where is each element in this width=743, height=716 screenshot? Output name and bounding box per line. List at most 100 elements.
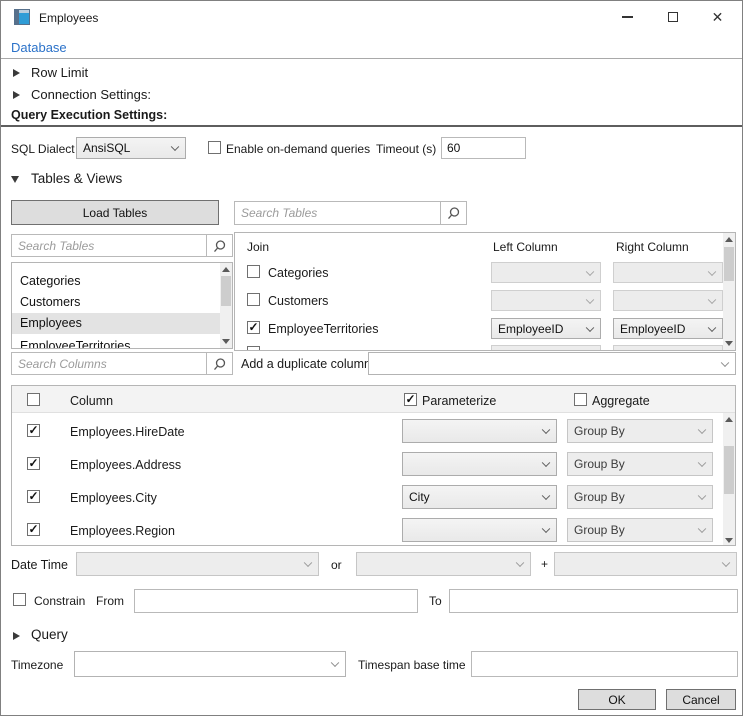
to-input[interactable] xyxy=(449,589,738,613)
aggregate-label: Aggregate xyxy=(592,394,650,408)
scroll-down-icon xyxy=(725,538,733,543)
chevron-down-icon xyxy=(698,492,706,500)
date-time-select-1[interactable] xyxy=(76,552,319,576)
column-row-name: Employees.HireDate xyxy=(70,425,185,439)
window-title: Employees xyxy=(39,11,98,25)
left-column-header: Left Column xyxy=(493,240,558,254)
columns-table-scrollbar[interactable] xyxy=(723,413,735,546)
constrain-checkbox[interactable] xyxy=(13,593,26,606)
chevron-down-icon xyxy=(331,659,339,667)
parameter-select[interactable] xyxy=(402,419,557,443)
scrollbar-thumb[interactable] xyxy=(724,446,734,494)
aggregate-select[interactable]: Group By xyxy=(567,419,713,443)
search-button[interactable] xyxy=(206,353,232,374)
ok-button[interactable]: OK xyxy=(578,689,656,710)
scroll-up-icon xyxy=(222,267,230,272)
column-row-name: Employees.Address xyxy=(70,458,181,472)
select-all-checkbox[interactable] xyxy=(27,393,40,406)
database-link[interactable]: Database xyxy=(11,40,67,55)
parameter-select[interactable] xyxy=(402,452,557,476)
constrain-label: Constrain xyxy=(34,594,85,608)
tables-list-scrollbar[interactable] xyxy=(220,263,232,348)
chevron-right-icon xyxy=(13,632,20,640)
scrollbar-thumb[interactable] xyxy=(724,247,734,281)
parameter-select[interactable] xyxy=(402,518,557,542)
join-right-column-select[interactable]: EmployeeID xyxy=(613,318,723,339)
chevron-down-icon xyxy=(586,350,594,351)
sql-dialect-label: SQL Dialect xyxy=(11,142,75,156)
join-right-column-select[interactable] xyxy=(613,262,723,283)
join-row-name: Categories xyxy=(268,266,328,280)
join-left-column-select[interactable] xyxy=(491,262,601,283)
add-duplicate-column-select[interactable] xyxy=(368,352,736,375)
join-panel-scrollbar[interactable] xyxy=(723,233,735,350)
join-left-column-select[interactable]: EmployeeID xyxy=(491,318,601,339)
column-row-checkbox[interactable] xyxy=(27,523,40,536)
search-tables-box-left xyxy=(11,234,233,257)
maximize-button[interactable] xyxy=(650,2,695,32)
join-row-checkbox[interactable] xyxy=(247,293,260,306)
search-columns-input[interactable] xyxy=(12,353,206,374)
title-bar: Employees ✕ xyxy=(1,1,742,33)
search-button[interactable] xyxy=(440,202,466,224)
aggregate-checkbox[interactable] xyxy=(574,393,587,406)
columns-table: Column Parameterize Aggregate Employees.… xyxy=(11,385,736,546)
column-row-checkbox[interactable] xyxy=(27,424,40,437)
chevron-down-icon xyxy=(542,459,550,467)
column-row-checkbox[interactable] xyxy=(27,457,40,470)
chevron-down-icon xyxy=(698,426,706,434)
minimize-button[interactable] xyxy=(605,2,650,32)
list-item-selected[interactable]: Employees xyxy=(12,313,221,334)
aggregate-select[interactable]: Group By xyxy=(567,452,713,476)
chevron-down-icon xyxy=(708,350,716,351)
list-item[interactable]: EmployeeTerritories xyxy=(12,336,221,349)
on-demand-checkbox[interactable] xyxy=(208,141,221,154)
date-time-select-3[interactable] xyxy=(554,552,737,576)
minimize-icon xyxy=(622,16,633,18)
chevron-down-icon xyxy=(708,267,716,275)
scroll-down-icon xyxy=(222,339,230,344)
separator xyxy=(1,125,742,127)
search-icon xyxy=(447,206,461,220)
date-time-select-2[interactable] xyxy=(356,552,531,576)
load-tables-button[interactable]: Load Tables xyxy=(11,200,219,225)
search-tables-input-top[interactable] xyxy=(235,202,440,224)
close-button[interactable]: ✕ xyxy=(695,2,740,32)
chevron-down-icon xyxy=(698,459,706,467)
timezone-select[interactable] xyxy=(74,651,346,677)
timespan-base-time-label: Timespan base time xyxy=(358,658,466,672)
sql-dialect-select[interactable]: AnsiSQL xyxy=(76,137,186,159)
list-item[interactable]: Customers xyxy=(12,292,221,313)
close-icon: ✕ xyxy=(712,10,724,24)
join-row-checkbox[interactable] xyxy=(247,346,260,351)
join-row-checkbox[interactable] xyxy=(247,321,260,334)
aggregate-select[interactable]: Group By xyxy=(567,518,713,542)
on-demand-label: Enable on-demand queries xyxy=(226,142,370,156)
parameter-select[interactable]: City xyxy=(402,485,557,509)
join-right-column-select[interactable] xyxy=(613,290,723,311)
columns-table-header: Column Parameterize Aggregate xyxy=(12,386,735,413)
join-right-column-select[interactable] xyxy=(613,345,723,351)
from-input[interactable] xyxy=(134,589,418,613)
right-column-header: Right Column xyxy=(616,240,689,254)
parameterize-checkbox[interactable] xyxy=(404,393,417,406)
aggregate-select[interactable]: Group By xyxy=(567,485,713,509)
scroll-down-icon xyxy=(725,341,733,346)
scrollbar-thumb[interactable] xyxy=(221,276,231,306)
date-time-label: Date Time xyxy=(11,558,68,572)
timeout-input[interactable] xyxy=(441,137,526,159)
column-row-checkbox[interactable] xyxy=(27,490,40,503)
join-left-column-select[interactable] xyxy=(491,290,601,311)
join-row-checkbox[interactable] xyxy=(247,265,260,278)
app-table-icon xyxy=(14,9,30,25)
list-item[interactable]: Categories xyxy=(12,271,221,292)
timeout-label: Timeout (s) xyxy=(376,142,436,156)
cancel-button[interactable]: Cancel xyxy=(666,689,736,710)
timespan-base-time-input[interactable] xyxy=(471,651,738,677)
chevron-down-icon xyxy=(516,559,524,567)
join-left-column-select[interactable] xyxy=(491,345,601,351)
search-button[interactable] xyxy=(206,235,232,256)
chevron-down-icon xyxy=(586,267,594,275)
search-tables-input-left[interactable] xyxy=(12,235,206,256)
column-row-name: Employees.Region xyxy=(70,524,175,538)
